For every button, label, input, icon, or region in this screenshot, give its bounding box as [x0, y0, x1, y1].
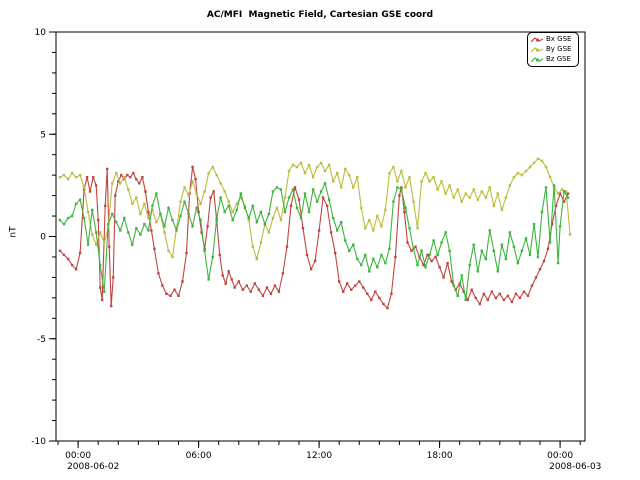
- series-markers-bx: [59, 166, 570, 309]
- y-tick-label: 0: [40, 233, 46, 243]
- legend-label-by: By GSE: [546, 45, 571, 54]
- bx-line-swatch-icon: [531, 36, 544, 44]
- x-tick-label: 00:00: [547, 451, 573, 461]
- x-tick-label: 06:00: [186, 451, 212, 461]
- x-tick-label: 00:00: [65, 451, 91, 461]
- series-line-bx: [60, 167, 568, 308]
- series-line-bz: [60, 183, 568, 300]
- legend-label-bz: Bz GSE: [546, 55, 571, 64]
- y-axis-label: nT: [9, 226, 19, 237]
- y-tick-label: -10: [31, 437, 46, 447]
- legend-item-bx[interactable]: Bx GSE: [531, 35, 575, 44]
- x-tick-label: 18:00: [427, 451, 453, 461]
- legend[interactable]: Bx GSE By GSE Bz GSE: [527, 32, 579, 67]
- x-date-label: 2008-06-02: [67, 462, 119, 472]
- by-line-swatch-icon: [531, 46, 544, 54]
- series-line-by: [60, 159, 570, 259]
- x-date-label: 2008-06-03: [549, 462, 601, 472]
- y-tick-label: 10: [35, 28, 47, 38]
- legend-item-bz[interactable]: Bz GSE: [531, 55, 575, 64]
- legend-item-by[interactable]: By GSE: [531, 45, 575, 54]
- plot-window: AC/MFI Magnetic Field, Cartesian GSE coo…: [0, 0, 640, 480]
- bz-line-swatch-icon: [531, 56, 544, 64]
- legend-label-bx: Bx GSE: [546, 35, 571, 44]
- plot-area[interactable]: 1050-5-1000:002008-06-0206:0012:0018:000…: [0, 0, 640, 480]
- x-tick-label: 12:00: [306, 451, 332, 461]
- y-tick-label: 5: [40, 130, 46, 140]
- y-tick-label: -5: [37, 335, 46, 345]
- plot-box: [56, 32, 585, 441]
